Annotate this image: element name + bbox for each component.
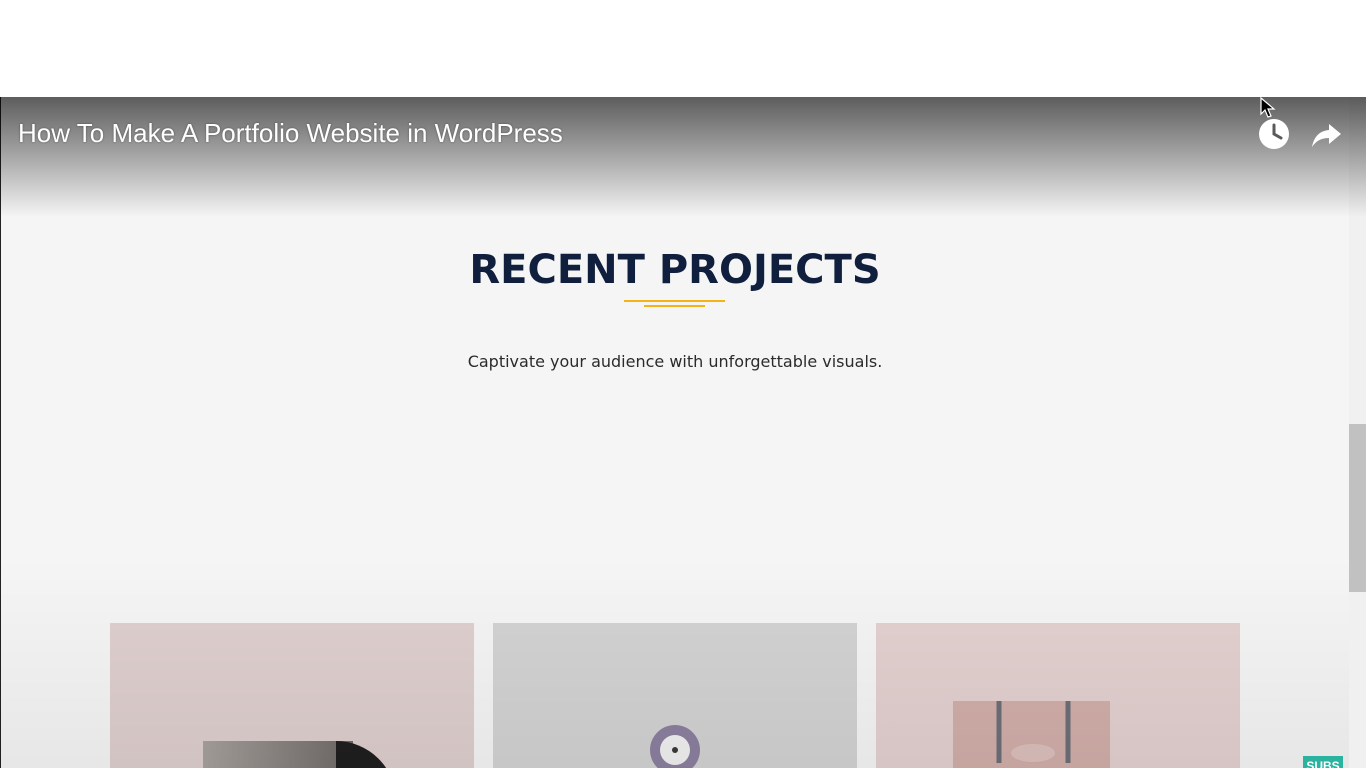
video-player[interactable]: RECENT PROJECTS Captivate your audience …: [0, 97, 1366, 768]
page-scrollbar-thumb[interactable]: [1349, 424, 1366, 592]
project-card-badge: [493, 623, 857, 768]
project-card-vinyl: [110, 623, 474, 768]
title-underline-short: [644, 305, 705, 307]
clock-icon: [1259, 119, 1289, 149]
video-title[interactable]: How To Make A Portfolio Website in WordP…: [18, 115, 563, 151]
shopping-bag-image: [953, 701, 1110, 768]
subscribe-badge[interactable]: SUBS: [1303, 756, 1343, 768]
section-subtitle: Captivate your audience with unforgettab…: [467, 352, 883, 371]
round-badge-image: [650, 725, 700, 768]
vinyl-record-image: [203, 741, 387, 768]
project-card-bag: [876, 623, 1240, 768]
blank-header-area: [0, 0, 1366, 97]
section-title: RECENT PROJECTS: [469, 247, 881, 293]
title-underline-long: [624, 300, 725, 302]
watch-later-button[interactable]: [1256, 116, 1292, 152]
share-button[interactable]: [1309, 116, 1345, 152]
share-arrow-icon: [1312, 124, 1341, 147]
player-edge: [0, 97, 1, 768]
mouse-cursor-icon: [1260, 97, 1276, 118]
